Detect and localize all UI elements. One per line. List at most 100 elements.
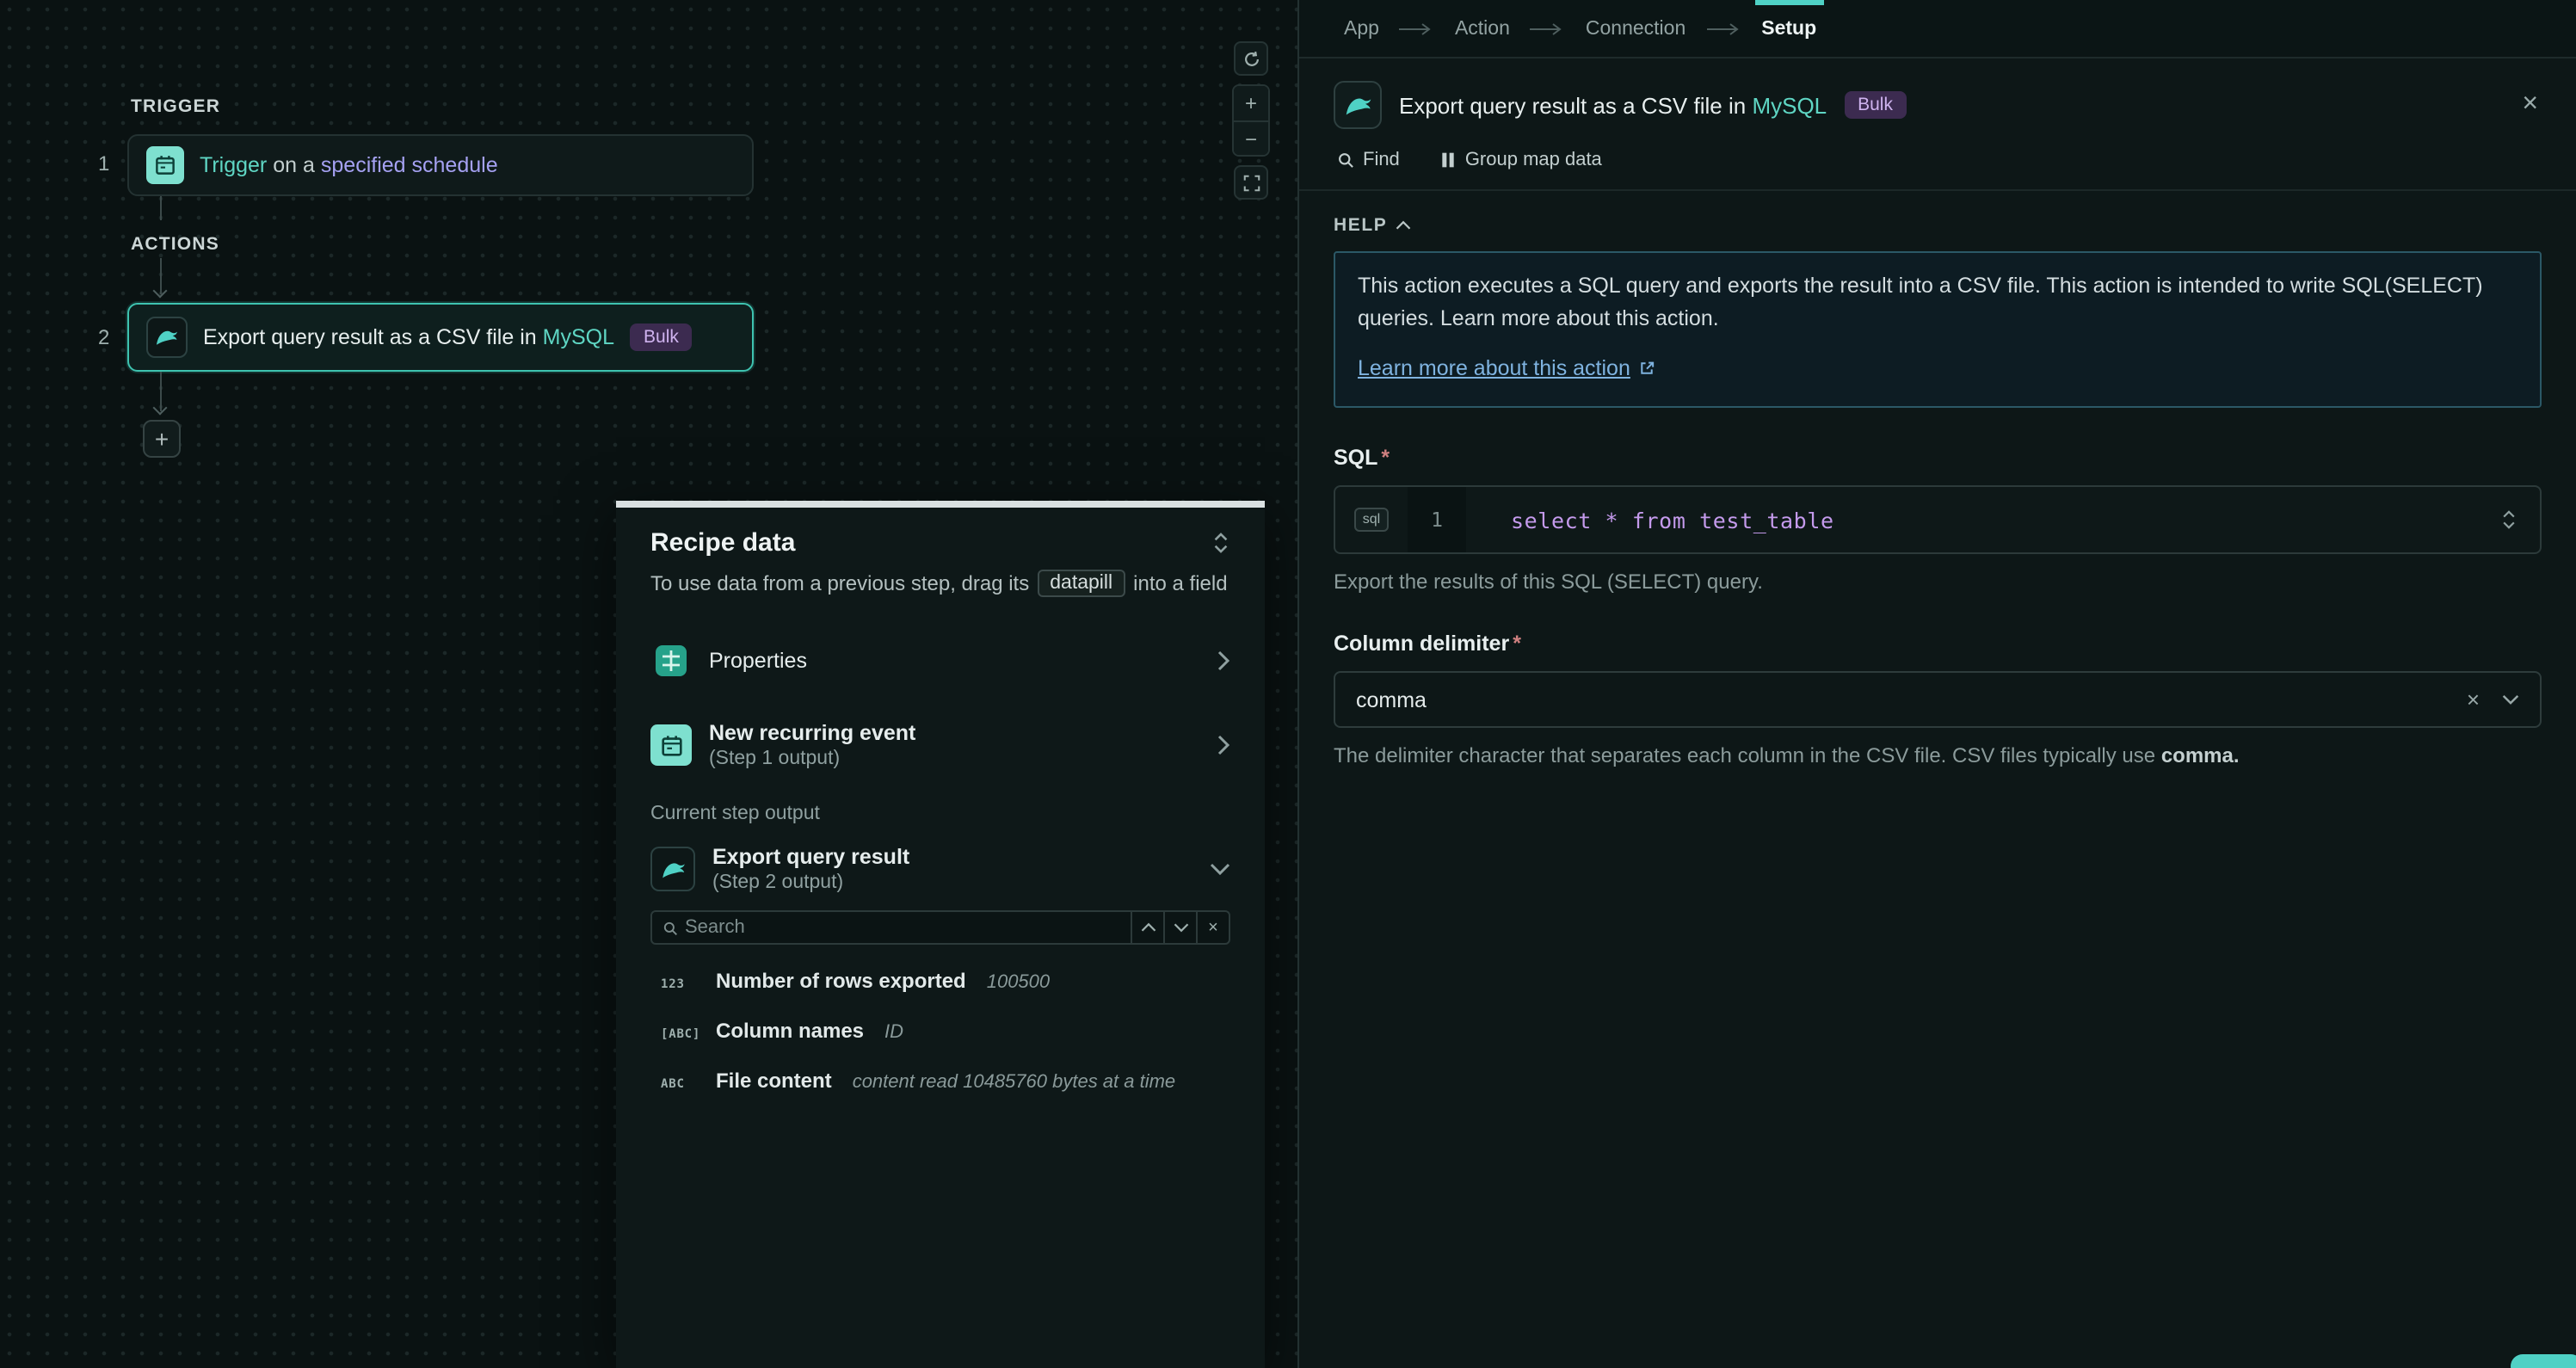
datapill-list: 123 Number of rows exported 100500 [ABC]… <box>650 969 1230 1103</box>
bottom-right-fab[interactable] <box>2511 1354 2576 1368</box>
search-icon <box>652 912 685 943</box>
trigger-action-text: Trigger <box>200 153 267 177</box>
datapill-row[interactable]: 123 Number of rows exported 100500 <box>650 969 1230 1003</box>
sql-editor[interactable]: sql 1 select * from test_table <box>1334 485 2542 554</box>
chevron-down-icon <box>1210 862 1230 876</box>
tab-connection[interactable]: Connection <box>1586 0 1685 57</box>
schedule-calendar-icon <box>650 724 692 766</box>
delimiter-select[interactable]: comma × <box>1334 671 2542 728</box>
panel-title-app: MySQL <box>1752 92 1827 118</box>
next-match-button[interactable] <box>1163 912 1196 943</box>
chevron-up-icon <box>1396 220 1411 231</box>
tab-arrow-icon <box>1706 22 1741 35</box>
close-icon: × <box>1208 918 1218 937</box>
schedule-calendar-icon <box>146 146 184 184</box>
delimiter-field-label: Column delimiter <box>1334 632 1509 656</box>
actions-section-label: ACTIONS <box>131 234 219 255</box>
chevron-up-icon <box>1140 922 1156 933</box>
step1-output-item[interactable]: New recurring event (Step 1 output) <box>650 721 1230 769</box>
sql-lang-badge: sql <box>1354 508 1389 532</box>
find-label: Find <box>1363 150 1400 170</box>
zoom-in-button[interactable]: + <box>1234 86 1268 120</box>
connector-arrow-icon <box>152 284 167 299</box>
help-box: This action executes a SQL query and exp… <box>1334 251 2542 408</box>
close-icon: × <box>2522 89 2538 119</box>
zoom-out-button[interactable]: − <box>1234 120 1268 155</box>
chevron-right-icon <box>1217 735 1230 755</box>
tab-label: App <box>1344 18 1379 39</box>
delimiter-value: comma <box>1356 687 1427 712</box>
search-input[interactable] <box>685 912 1131 943</box>
group-map-data-button[interactable]: Group map data <box>1441 150 1602 170</box>
trigger-middle-text: on a <box>273 153 315 177</box>
recipe-data-title: Recipe data <box>650 528 795 558</box>
tab-label: Setup <box>1761 18 1816 39</box>
fit-screen-icon <box>1242 173 1260 192</box>
panel-drag-handle-icon[interactable] <box>1211 532 1230 554</box>
action-step-title: Export query result as a CSV file in <box>203 325 537 349</box>
mysql-icon <box>146 317 188 358</box>
tab-setup[interactable]: Setup <box>1761 0 1816 57</box>
number-type-icon: 123 <box>661 977 702 991</box>
setup-panel: App Action Connection Setup Export query… <box>1297 0 2576 1368</box>
panel-resize-bar[interactable] <box>616 501 1265 508</box>
properties-item[interactable]: Properties <box>650 635 1230 687</box>
action-step-card[interactable]: Export query result as a CSV file in MyS… <box>127 303 754 372</box>
panel-title: Export query result as a CSV file in <box>1399 92 1746 118</box>
delimiter-helper-text: The delimiter character that separates e… <box>1334 743 2542 767</box>
step1-number: 1 <box>98 151 109 176</box>
recipe-editor-window: + − TRIGGER 1 Trigger on a specified sch… <box>0 0 2576 1368</box>
datapill-label: File content <box>716 1069 832 1093</box>
chevron-down-icon <box>2502 693 2519 706</box>
step2-output-sublabel: (Step 2 output) <box>712 872 909 893</box>
prev-match-button[interactable] <box>1131 912 1163 943</box>
reset-zoom-button[interactable] <box>1234 41 1268 76</box>
help-text: This action executes a SQL query and exp… <box>1358 270 2517 337</box>
help-label: HELP <box>1334 215 1387 236</box>
editor-resize-icon[interactable] <box>2478 487 2540 552</box>
clear-value-button[interactable]: × <box>2467 688 2480 711</box>
datapill-hint: To use data from a previous step, drag i… <box>650 570 1230 597</box>
required-asterisk: * <box>1381 446 1390 470</box>
properties-icon <box>650 640 692 681</box>
datapill-row[interactable]: ABC File content content read 10485760 b… <box>650 1069 1230 1103</box>
find-button[interactable]: Find <box>1337 150 1400 170</box>
tab-app[interactable]: App <box>1344 0 1379 57</box>
recipe-canvas[interactable]: + − TRIGGER 1 Trigger on a specified sch… <box>0 0 1297 1368</box>
datapill-row[interactable]: [ABC] Column names ID <box>650 1019 1230 1053</box>
clear-search-button[interactable]: × <box>1196 912 1229 943</box>
sql-code[interactable]: select * from test_table <box>1466 487 2478 552</box>
mysql-icon <box>650 847 695 891</box>
datapill-search-bar: × <box>650 910 1230 945</box>
datapill-hint-value: content read 10485760 bytes at a time <box>853 1072 1176 1093</box>
fit-screen-button[interactable] <box>1234 165 1268 200</box>
datapill-chip: datapill <box>1038 570 1125 597</box>
step2-output-item[interactable]: Export query result (Step 2 output) <box>650 845 1230 893</box>
current-step-output-label: Current step output <box>650 804 1230 824</box>
group-columns-icon <box>1441 151 1457 169</box>
minus-icon: − <box>1245 126 1257 151</box>
tab-action[interactable]: Action <box>1455 0 1510 57</box>
hint-prefix: To use data from a previous step, drag i… <box>650 571 1029 595</box>
panel-header: Export query result as a CSV file in MyS… <box>1299 59 2576 129</box>
trigger-step-card[interactable]: Trigger on a specified schedule <box>127 134 754 196</box>
close-panel-button[interactable]: × <box>2522 91 2538 119</box>
add-step-button[interactable]: + <box>143 420 181 458</box>
delimiter-helper-prefix: The delimiter character that separates e… <box>1334 743 2155 767</box>
step1-output-label: New recurring event <box>709 721 915 745</box>
datapill-hint-value: ID <box>884 1022 903 1043</box>
plus-icon: + <box>1245 91 1257 115</box>
connector-arrow-icon <box>152 401 167 416</box>
chevron-down-icon <box>1173 922 1188 933</box>
step2-number: 2 <box>98 325 109 349</box>
trigger-schedule-link[interactable]: specified schedule <box>321 153 498 177</box>
delimiter-helper-bold: comma. <box>2161 743 2240 767</box>
plus-icon: + <box>155 427 169 451</box>
required-asterisk: * <box>1513 632 1521 656</box>
datapill-hint-value: 100500 <box>987 972 1050 993</box>
help-section-toggle[interactable]: HELP <box>1334 215 1411 236</box>
tab-arrow-icon <box>1531 22 1565 35</box>
group-map-label: Group map data <box>1465 150 1602 170</box>
learn-more-link[interactable]: Learn more about this action <box>1358 353 1630 386</box>
tab-label: Action <box>1455 18 1510 39</box>
